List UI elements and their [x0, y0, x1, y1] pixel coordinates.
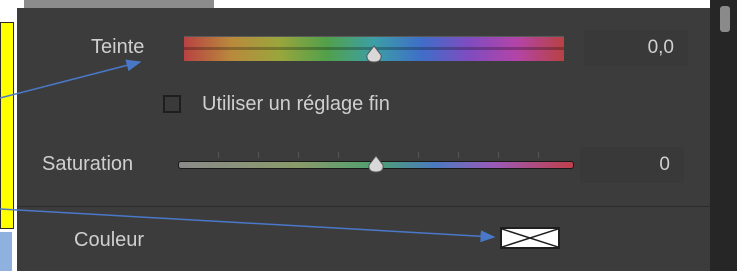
scrollbar-thumb[interactable] [720, 6, 730, 32]
no-color-cross-icon [502, 229, 558, 247]
saturation-label: Saturation [42, 153, 134, 175]
panel-divider [17, 206, 710, 207]
color-swatch-button[interactable] [500, 227, 560, 249]
annotation-highlight-box [0, 22, 14, 229]
color-label: Couleur [74, 229, 145, 251]
saturation-value[interactable]: 0 [580, 147, 684, 183]
fine-adjust-label[interactable]: Utiliser un réglage fin [202, 93, 390, 116]
top-edge-strip [24, 0, 214, 8]
fine-adjust-checkbox[interactable] [163, 95, 181, 113]
annotation-side-box [0, 232, 12, 271]
hue-value[interactable]: 0,0 [584, 30, 688, 66]
scrollbar-track[interactable] [710, 0, 737, 271]
hue-label: Teinte [91, 36, 145, 58]
